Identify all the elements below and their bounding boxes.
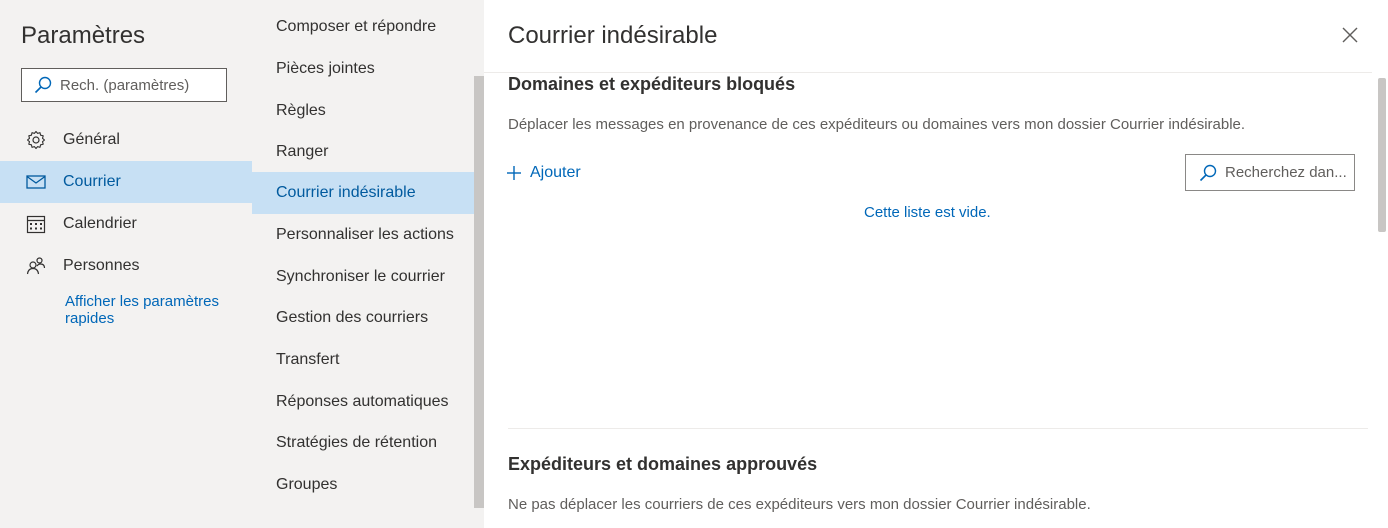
submenu-item-sync-mail[interactable]: Synchroniser le courrier: [252, 256, 474, 298]
approved-section-description: Ne pas déplacer les courriers de ces exp…: [508, 496, 1091, 513]
search-icon: [1199, 164, 1217, 181]
sidebar-item-label: Courrier: [63, 173, 121, 190]
submenu-item-label: Règles: [276, 102, 326, 119]
header-divider: [484, 72, 1372, 73]
submenu-item-label: Réponses automatiques: [276, 393, 449, 410]
blocked-section-description: Déplacer les messages en provenance de c…: [508, 116, 1246, 133]
submenu-item-attachments[interactable]: Pièces jointes: [252, 48, 474, 90]
close-icon: [1342, 27, 1358, 43]
settings-search-box[interactable]: [21, 68, 227, 102]
close-button[interactable]: [1340, 25, 1360, 45]
mail-settings-menu: Composer et répondre Pièces jointes Règl…: [252, 0, 484, 528]
sidebar-item-calendar[interactable]: Calendrier: [0, 203, 252, 245]
mail-icon: [24, 174, 48, 190]
sidebar-item-people[interactable]: Personnes: [0, 245, 252, 287]
search-icon: [34, 76, 52, 94]
submenu-item-sweep[interactable]: Ranger: [252, 131, 474, 173]
submenu-item-label: Stratégies de rétention: [276, 434, 437, 451]
gear-icon: [24, 130, 48, 150]
pane-title: Courrier indésirable: [508, 22, 718, 49]
empty-list-message: Cette liste est vide.: [864, 204, 991, 221]
submenu-item-label: Gestion des courriers: [276, 309, 429, 326]
submenu-item-forwarding[interactable]: Transfert: [252, 339, 474, 381]
submenu-item-compose[interactable]: Composer et répondre: [252, 6, 474, 48]
add-button-label: Ajouter: [530, 164, 581, 181]
submenu-item-message-handling[interactable]: Gestion des courriers: [252, 297, 474, 339]
submenu-item-label: Personnaliser les actions: [276, 226, 454, 243]
blocked-section-title: Domaines et expéditeurs bloqués: [508, 74, 796, 94]
submenu-item-label: Composer et répondre: [276, 18, 437, 35]
sidebar-item-label: Général: [63, 131, 120, 148]
submenu-item-label: Pièces jointes: [276, 60, 375, 77]
plus-icon: [507, 166, 521, 180]
submenu-scrollbar[interactable]: [474, 76, 484, 508]
submenu-item-label: Transfert: [276, 351, 340, 368]
settings-sidebar: Paramètres Général Courrier: [0, 0, 252, 528]
submenu-item-retention-policies[interactable]: Stratégies de rétention: [252, 422, 474, 464]
settings-title: Paramètres: [21, 22, 146, 49]
submenu-item-rules[interactable]: Règles: [252, 90, 474, 132]
submenu-item-automatic-replies[interactable]: Réponses automatiques: [252, 381, 474, 423]
submenu-item-label: Synchroniser le courrier: [276, 268, 445, 285]
submenu-item-label: Groupes: [276, 476, 338, 493]
junk-mail-pane: Courrier indésirable Domaines et expédit…: [484, 0, 1388, 528]
sidebar-item-mail[interactable]: Courrier: [0, 161, 252, 203]
blocked-search-box[interactable]: [1185, 154, 1355, 191]
sidebar-item-general[interactable]: Général: [0, 119, 252, 161]
sidebar-item-label: Personnes: [63, 257, 140, 274]
add-blocked-button[interactable]: Ajouter: [506, 162, 581, 184]
pane-scrollbar[interactable]: [1378, 78, 1386, 232]
submenu-item-customize-actions[interactable]: Personnaliser les actions: [252, 214, 474, 256]
approved-section-title: Expéditeurs et domaines approuvés: [508, 454, 818, 474]
submenu-item-groups[interactable]: Groupes: [252, 464, 474, 506]
people-icon: [24, 256, 48, 276]
sidebar-item-label: Calendrier: [63, 215, 137, 232]
submenu-item-label: Ranger: [276, 143, 329, 160]
quick-settings-link[interactable]: Afficher les paramètres rapides: [65, 293, 235, 327]
section-divider: [508, 428, 1368, 429]
blocked-search-input[interactable]: [1225, 164, 1351, 181]
settings-search-input[interactable]: [60, 76, 210, 94]
submenu-item-junk-mail[interactable]: Courrier indésirable: [252, 172, 474, 214]
calendar-icon: [24, 214, 48, 234]
submenu-item-label: Courrier indésirable: [276, 184, 416, 201]
